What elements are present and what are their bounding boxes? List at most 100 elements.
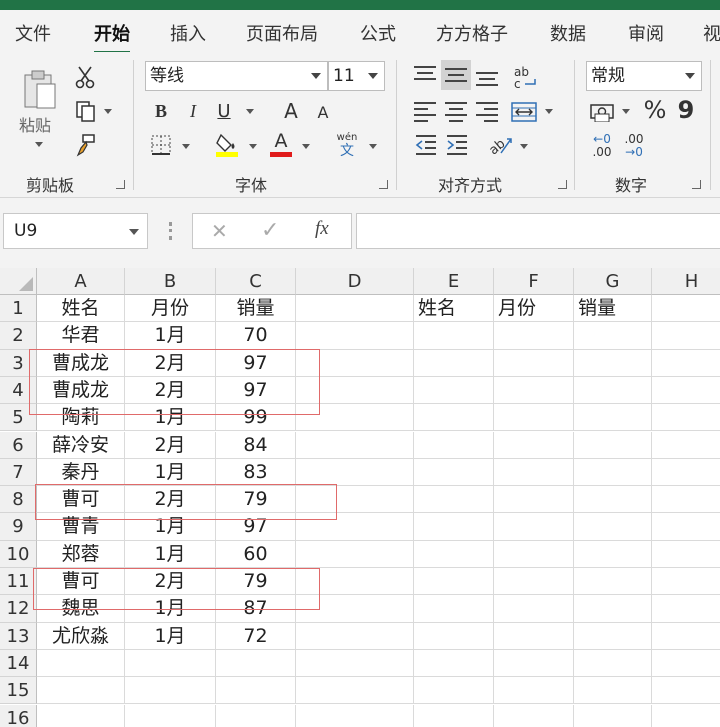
row-header-15[interactable]: 15 xyxy=(0,677,37,705)
increase-decimal-button[interactable]: ←0 .00 xyxy=(588,132,616,160)
accounting-dropdown-icon[interactable] xyxy=(622,109,630,114)
font-launcher-icon[interactable] xyxy=(379,180,388,189)
cell-b6[interactable]: 2月 xyxy=(125,431,216,459)
cell-g16[interactable] xyxy=(574,704,652,727)
cell-a15[interactable] xyxy=(37,677,125,705)
align-top-icon[interactable] xyxy=(414,66,436,84)
cell-b5[interactable]: 1月 xyxy=(125,404,216,432)
cell-g10[interactable] xyxy=(574,540,652,568)
cell-b10[interactable]: 1月 xyxy=(125,540,216,568)
column-header-d[interactable]: D xyxy=(296,268,414,295)
font-size-dropdown-icon[interactable] xyxy=(368,73,378,79)
cell-e9[interactable] xyxy=(414,513,494,541)
cell-g11[interactable] xyxy=(574,568,652,596)
row-header-16[interactable]: 16 xyxy=(0,704,37,727)
select-all-corner[interactable] xyxy=(0,268,37,295)
cell-f1[interactable]: 月份 xyxy=(494,295,574,323)
borders-dropdown-icon[interactable] xyxy=(182,144,190,149)
row-header-2[interactable]: 2 xyxy=(0,322,37,350)
align-bottom-icon[interactable] xyxy=(476,68,498,86)
cell-f16[interactable] xyxy=(494,704,574,727)
cell-d8[interactable] xyxy=(296,486,414,514)
grow-font-button[interactable]: A xyxy=(280,98,302,124)
font-name-dropdown-icon[interactable] xyxy=(311,73,321,79)
cell-d3[interactable] xyxy=(296,349,414,377)
cell-e2[interactable] xyxy=(414,322,494,350)
cell-h4[interactable] xyxy=(652,377,720,405)
font-size-combo[interactable]: 11 xyxy=(328,61,385,91)
orientation-wrap-icon[interactable]: ab c xyxy=(510,62,540,92)
cell-g5[interactable] xyxy=(574,404,652,432)
cell-h13[interactable] xyxy=(652,623,720,650)
cell-c10[interactable]: 60 xyxy=(216,540,296,568)
cell-e16[interactable] xyxy=(414,704,494,727)
cell-a9[interactable]: 曹青 xyxy=(37,513,125,541)
cell-a16[interactable] xyxy=(37,704,125,727)
cell-a4[interactable]: 曹成龙 xyxy=(37,376,125,405)
align-middle-icon[interactable] xyxy=(445,66,467,84)
cell-f10[interactable] xyxy=(494,540,574,568)
row-header-12[interactable]: 12 xyxy=(0,595,37,623)
cell-h8[interactable] xyxy=(652,486,720,514)
column-header-a[interactable]: A xyxy=(37,268,125,295)
text-orientation-icon[interactable]: ab xyxy=(486,132,514,158)
cell-c4[interactable]: 97 xyxy=(216,376,296,405)
row-header-3[interactable]: 3 xyxy=(0,349,37,377)
fill-color-dropdown-icon[interactable] xyxy=(249,144,257,149)
italic-button[interactable]: I xyxy=(182,98,204,124)
cell-d11[interactable] xyxy=(296,568,414,596)
cell-b11[interactable]: 2月 xyxy=(125,568,216,596)
fill-color-icon[interactable] xyxy=(214,130,240,158)
formula-input[interactable] xyxy=(356,213,720,249)
tab-fangfang[interactable]: 方方格子 xyxy=(436,20,508,46)
clipboard-launcher-icon[interactable] xyxy=(116,180,125,189)
cell-d6[interactable] xyxy=(296,431,414,459)
cell-d14[interactable] xyxy=(296,649,414,678)
cell-a3[interactable]: 曹成龙 xyxy=(37,349,125,377)
cell-h14[interactable] xyxy=(652,650,720,678)
cell-h2[interactable] xyxy=(652,322,720,350)
cell-e8[interactable] xyxy=(414,486,494,514)
tab-data[interactable]: 数据 xyxy=(550,20,586,46)
cell-f13[interactable] xyxy=(494,622,574,650)
cell-f11[interactable] xyxy=(494,568,574,596)
cell-d9[interactable] xyxy=(296,513,414,541)
cell-b4[interactable]: 2月 xyxy=(125,376,216,405)
cell-g12[interactable] xyxy=(574,595,652,623)
cell-g14[interactable] xyxy=(574,649,652,678)
cell-h9[interactable] xyxy=(652,513,720,541)
row-header-4[interactable]: 4 xyxy=(0,376,37,405)
cell-e5[interactable] xyxy=(414,404,494,432)
cell-e4[interactable] xyxy=(414,376,494,405)
cell-d16[interactable] xyxy=(296,704,414,727)
borders-icon[interactable] xyxy=(148,132,174,158)
cell-f3[interactable] xyxy=(494,349,574,377)
bold-button[interactable]: B xyxy=(150,98,172,124)
underline-button[interactable]: U xyxy=(213,98,235,124)
cell-f5[interactable] xyxy=(494,404,574,432)
cell-d15[interactable] xyxy=(296,677,414,705)
row-header-7[interactable]: 7 xyxy=(0,458,37,487)
cell-h7[interactable] xyxy=(652,459,720,487)
row-header-8[interactable]: 8 xyxy=(0,486,37,514)
tab-file[interactable]: 文件 xyxy=(15,20,51,46)
cell-a12[interactable]: 魏思 xyxy=(37,595,125,623)
row-header-14[interactable]: 14 xyxy=(0,649,37,678)
cell-b15[interactable] xyxy=(125,677,216,705)
cell-f15[interactable] xyxy=(494,677,574,705)
number-format-combo[interactable]: 常规 xyxy=(586,61,702,91)
column-header-e[interactable]: E xyxy=(414,268,494,295)
cell-d4[interactable] xyxy=(296,376,414,405)
tab-insert[interactable]: 插入 xyxy=(170,20,206,46)
cell-a2[interactable]: 华君 xyxy=(37,322,125,350)
tab-review[interactable]: 审阅 xyxy=(628,20,664,46)
cell-g13[interactable] xyxy=(574,622,652,650)
cell-a13[interactable]: 尤欣淼 xyxy=(37,622,125,650)
cell-c7[interactable]: 83 xyxy=(216,458,296,487)
merge-center-icon[interactable] xyxy=(509,98,539,126)
column-header-h[interactable]: H xyxy=(652,268,720,295)
tab-page-layout[interactable]: 页面布局 xyxy=(246,20,318,46)
copy-icon[interactable] xyxy=(72,98,100,124)
cell-b14[interactable] xyxy=(125,649,216,678)
cell-e12[interactable] xyxy=(414,595,494,623)
